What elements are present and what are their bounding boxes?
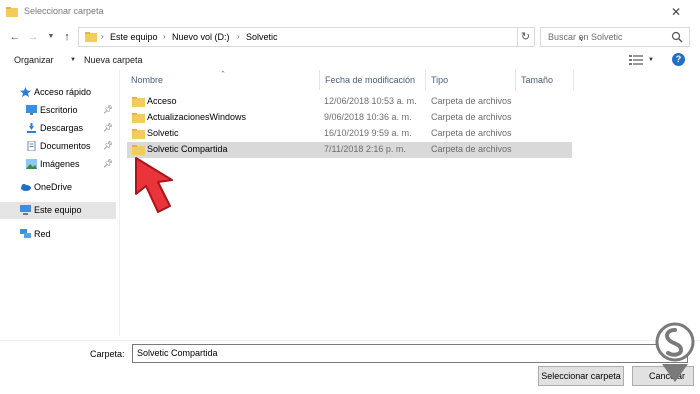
- nav-item-label: Acceso rápido: [34, 87, 92, 97]
- pictures-icon: [26, 159, 37, 169]
- column-header-label: Tipo: [431, 75, 449, 85]
- documents-icon: [27, 141, 36, 151]
- column-header-date[interactable]: Fecha de modificación: [320, 70, 426, 90]
- command-bar: Organizar ▼ Nueva carpeta ▼ ?: [0, 50, 700, 70]
- folder-icon: [132, 113, 145, 123]
- file-name: Acceso: [147, 96, 177, 106]
- nav-item-label: Documentos: [40, 141, 91, 151]
- select-folder-button[interactable]: Seleccionar carpeta: [538, 366, 624, 386]
- nav-item-pictures[interactable]: Imágenes 📌︎: [0, 156, 116, 173]
- folder-input[interactable]: Solvetic Compartida: [132, 344, 688, 363]
- search-icon[interactable]: [671, 31, 683, 43]
- nav-item-label: Red: [34, 229, 51, 239]
- downloads-icon: [27, 123, 36, 133]
- nav-item-desktop[interactable]: Escritorio 📌︎: [0, 102, 116, 119]
- help-icon[interactable]: ?: [672, 53, 685, 66]
- column-header-label: Tamaño: [521, 75, 554, 85]
- nav-item-label: Este equipo: [34, 205, 82, 215]
- title-bar: Seleccionar carpeta ✕: [0, 0, 700, 24]
- file-type: Carpeta de archivos: [431, 128, 512, 138]
- file-row[interactable]: Solvetic 16/10/2019 9:59 a. m. Carpeta d…: [127, 126, 572, 142]
- chevron-down-icon[interactable]: ▼: [648, 57, 654, 63]
- file-type: Carpeta de archivos: [431, 96, 512, 106]
- window-title: Seleccionar carpeta: [24, 6, 104, 16]
- breadcrumb-separator: ›: [237, 32, 240, 41]
- breadcrumb-item[interactable]: Nuevo vol (D:): [172, 32, 230, 42]
- nav-item-network[interactable]: Red: [0, 226, 116, 243]
- dialog-icon: [6, 7, 18, 17]
- desktop-icon: [26, 105, 37, 115]
- refresh-icon[interactable]: ↻: [517, 27, 535, 47]
- up-arrow-icon[interactable]: ↑: [60, 30, 74, 44]
- view-details-icon[interactable]: [629, 55, 643, 65]
- sort-ascending-icon: ⌃: [220, 71, 226, 78]
- folder-input-value: Solvetic Compartida: [137, 348, 218, 358]
- file-type: Carpeta de archivos: [431, 112, 512, 122]
- nav-item-label: Descargas: [40, 123, 84, 133]
- red-pointer-arrow-icon: [135, 157, 173, 213]
- folder-icon: [85, 32, 97, 42]
- column-headers: Nombre Fecha de modificación Tipo Tamaño: [126, 70, 698, 90]
- file-row[interactable]: ActualizacionesWindows 9/06/2018 10:36 a…: [127, 110, 572, 126]
- watermark-logo: [655, 322, 695, 382]
- nav-item-label: Imágenes: [40, 159, 80, 169]
- file-date: 16/10/2019 9:59 a. m.: [324, 128, 412, 138]
- footer-divider: [0, 340, 700, 341]
- navigation-row: ← → ▼ ↑ › Este equipo › Nuevo vol (D:) ›…: [0, 24, 700, 50]
- nav-item-downloads[interactable]: Descargas 📌︎: [0, 120, 116, 137]
- breadcrumb-separator: ›: [101, 32, 104, 41]
- search-placeholder: Buscar en Solvetic: [548, 32, 623, 42]
- file-name: Solvetic Compartida: [147, 144, 228, 154]
- pane-divider[interactable]: [119, 70, 120, 336]
- nav-item-label: OneDrive: [34, 182, 73, 192]
- new-folder-button[interactable]: Nueva carpeta: [84, 55, 143, 65]
- pin-icon[interactable]: 📌︎: [103, 141, 113, 150]
- column-header-type[interactable]: Tipo: [426, 70, 516, 90]
- nav-item-this-pc[interactable]: Este equipo: [0, 202, 116, 219]
- column-header-label: Fecha de modificación: [325, 75, 416, 85]
- forward-arrow-icon[interactable]: →: [26, 30, 40, 44]
- file-type: Carpeta de archivos: [431, 144, 512, 154]
- back-arrow-icon[interactable]: ←: [8, 30, 22, 44]
- nav-item-quick-access[interactable]: Acceso rápido: [0, 84, 116, 101]
- pin-icon[interactable]: 📌︎: [103, 105, 113, 114]
- nav-item-onedrive[interactable]: OneDrive: [0, 179, 116, 196]
- column-header-size[interactable]: Tamaño: [516, 70, 574, 90]
- star-icon: [20, 87, 31, 97]
- pin-icon[interactable]: 📌︎: [103, 159, 113, 168]
- pin-icon[interactable]: 📌︎: [103, 123, 113, 132]
- file-row[interactable]: Acceso 12/06/2018 10:53 a. m. Carpeta de…: [127, 94, 572, 110]
- folder-icon: [132, 97, 145, 107]
- onedrive-cloud-icon: [21, 184, 31, 191]
- file-date: 12/06/2018 10:53 a. m.: [324, 96, 417, 106]
- column-header-label: Nombre: [131, 75, 164, 85]
- file-date: 9/06/2018 10:36 a. m.: [324, 112, 412, 122]
- file-row-selected[interactable]: Solvetic Compartida 7/11/2018 2:16 p. m.…: [127, 142, 572, 158]
- search-input[interactable]: Buscar en Solvetic: [540, 27, 690, 47]
- chevron-down-icon[interactable]: ▼: [70, 57, 76, 63]
- navigation-pane: Acceso rápido Escritorio 📌︎ Descargas 📌︎…: [0, 74, 116, 336]
- recent-locations-chevron-icon[interactable]: ▼: [44, 30, 58, 44]
- address-bar[interactable]: › Este equipo › Nuevo vol (D:) › Solveti…: [78, 27, 584, 47]
- nav-item-label: Escritorio: [40, 105, 78, 115]
- folder-icon: [132, 129, 145, 139]
- folder-label: Carpeta:: [90, 349, 125, 359]
- close-icon[interactable]: ✕: [668, 4, 684, 20]
- network-icon: [20, 229, 31, 238]
- breadcrumb-item[interactable]: Este equipo: [110, 32, 158, 42]
- breadcrumb-item[interactable]: Solvetic: [246, 32, 278, 42]
- organize-button[interactable]: Organizar: [14, 55, 54, 65]
- file-name: Solvetic: [147, 128, 179, 138]
- folder-icon: [132, 145, 145, 155]
- file-name: ActualizacionesWindows: [147, 112, 247, 122]
- computer-icon: [20, 205, 31, 215]
- nav-item-documents[interactable]: Documentos 📌︎: [0, 138, 116, 155]
- breadcrumb-separator: ›: [163, 32, 166, 41]
- file-date: 7/11/2018 2:16 p. m.: [324, 144, 406, 154]
